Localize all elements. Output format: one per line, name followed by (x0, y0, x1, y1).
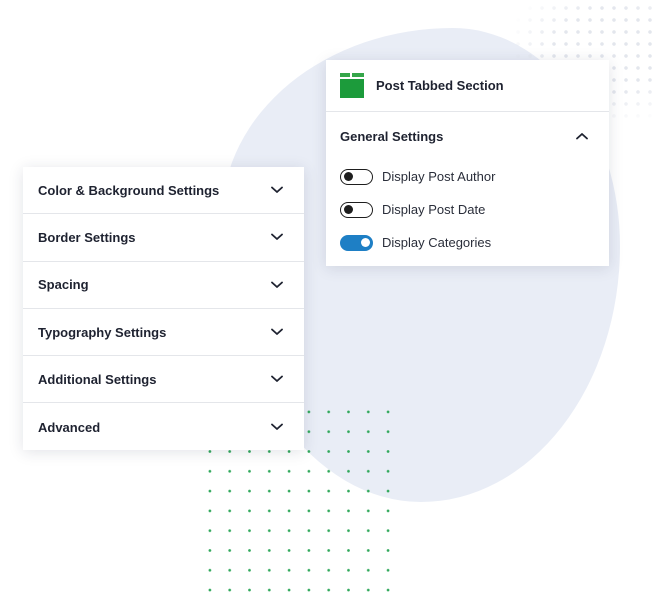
chevron-down-icon[interactable] (270, 325, 284, 339)
toggle-row-categories: Display Categories (326, 226, 609, 259)
block-settings-panel: Post Tabbed Section General Settings Dis… (326, 60, 609, 266)
display-post-date-toggle[interactable] (340, 201, 373, 218)
block-title: Post Tabbed Section (376, 78, 504, 93)
accordion-item-advanced[interactable]: Advanced (23, 403, 304, 450)
accordion-item-label: Additional Settings (38, 371, 157, 387)
toggle-row-post-date: Display Post Date (326, 193, 609, 226)
chevron-down-icon[interactable] (270, 278, 284, 292)
general-settings-header[interactable]: General Settings (326, 112, 609, 160)
toggle-label: Display Post Author (382, 169, 496, 184)
accordion-item-label: Typography Settings (38, 324, 167, 340)
accordion-item-label: Advanced (38, 419, 101, 435)
accordion-item-additional[interactable]: Additional Settings (23, 356, 304, 404)
display-post-author-toggle[interactable] (340, 168, 373, 185)
settings-accordion-panel: Color & Background Settings Border Setti… (23, 167, 304, 450)
accordion-item-spacing[interactable]: Spacing (23, 262, 304, 309)
tabbed-block-icon (340, 73, 364, 98)
block-header: Post Tabbed Section (326, 60, 609, 112)
chevron-down-icon[interactable] (270, 230, 284, 244)
accordion-item-typography[interactable]: Typography Settings (23, 309, 304, 357)
toggle-label: Display Post Date (382, 202, 486, 217)
chevron-down-icon[interactable] (270, 420, 284, 434)
general-settings-title: General Settings (340, 128, 444, 144)
toggle-knob (343, 171, 353, 181)
chevron-down-icon[interactable] (270, 183, 284, 197)
accordion-item-label: Spacing (38, 277, 89, 293)
accordion-item-label: Color & Background Settings (38, 182, 220, 198)
accordion-item-color-background[interactable]: Color & Background Settings (23, 167, 304, 215)
accordion-item-border[interactable]: Border Settings (23, 214, 304, 262)
display-categories-toggle[interactable] (340, 234, 373, 251)
toggle-label: Display Categories (382, 235, 492, 250)
chevron-up-icon[interactable] (575, 129, 589, 143)
toggle-knob (343, 204, 353, 214)
accordion-item-label: Border Settings (38, 229, 136, 245)
toggle-row-post-author: Display Post Author (326, 160, 609, 193)
chevron-down-icon[interactable] (270, 372, 284, 386)
toggle-knob (360, 237, 370, 247)
